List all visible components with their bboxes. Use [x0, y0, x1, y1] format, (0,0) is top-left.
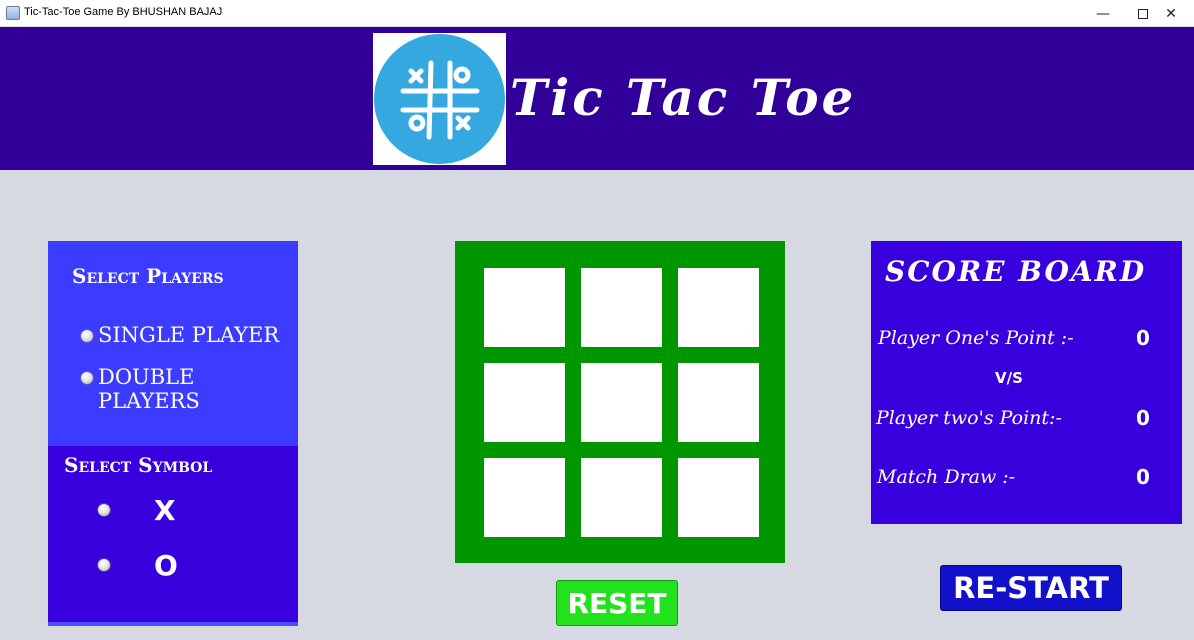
- board-cell-7[interactable]: [484, 458, 565, 537]
- match-draw-value: 0: [1136, 465, 1150, 489]
- board-cell-5[interactable]: [581, 363, 662, 442]
- board-cell-1[interactable]: [484, 268, 565, 347]
- select-players-panel: Select Players SINGLE PLAYER DOUBLE PLAY…: [48, 241, 298, 446]
- board-cell-2[interactable]: [581, 268, 662, 347]
- app-title: Tic Tac Toe: [510, 68, 857, 127]
- player-two-points-value: 0: [1136, 406, 1150, 430]
- symbol-x-radio[interactable]: [98, 504, 110, 516]
- match-draw-label: Match Draw :-: [877, 466, 1016, 488]
- score-board-panel: SCORE BOARD Player One's Point :- 0 V/S …: [871, 241, 1182, 524]
- close-button[interactable]: ✕: [1148, 0, 1194, 27]
- window-title: Tic-Tac-Toe Game By BHUSHAN BAJAJ: [24, 6, 223, 18]
- double-players-radio[interactable]: [81, 372, 93, 384]
- game-board: [455, 241, 785, 563]
- board-cell-9[interactable]: [678, 458, 759, 537]
- board-cell-4[interactable]: [484, 363, 565, 442]
- maximize-icon: [1138, 8, 1148, 19]
- player-one-points-value: 0: [1136, 326, 1150, 350]
- select-players-heading: Select Players: [72, 264, 224, 288]
- board-cell-3[interactable]: [678, 268, 759, 347]
- board-cell-6[interactable]: [678, 363, 759, 442]
- single-player-radio[interactable]: [81, 330, 93, 342]
- symbol-o-radio[interactable]: [98, 559, 110, 571]
- tic-tac-toe-logo-icon: [373, 33, 506, 165]
- select-symbol-heading: Select Symbol: [64, 453, 213, 477]
- symbol-o-label[interactable]: O: [154, 549, 178, 582]
- single-player-label[interactable]: SINGLE PLAYER: [98, 323, 279, 347]
- versus-label: V/S: [995, 369, 1023, 387]
- score-board-title: SCORE BOARD: [885, 255, 1147, 288]
- symbol-x-label[interactable]: X: [154, 494, 176, 527]
- window-titlebar: Tic-Tac-Toe Game By BHUSHAN BAJAJ — ✕: [0, 0, 1194, 27]
- board-cell-8[interactable]: [581, 458, 662, 537]
- double-players-label[interactable]: DOUBLE PLAYERS: [98, 365, 298, 413]
- player-one-points-label: Player One's Point :-: [878, 327, 1074, 349]
- restart-button[interactable]: RE-START: [940, 565, 1122, 611]
- reset-button[interactable]: RESET: [556, 580, 678, 626]
- select-symbol-panel: Select Symbol X O: [48, 446, 298, 626]
- player-two-points-label: Player two's Point:-: [876, 407, 1062, 429]
- logo-grid-icon: [400, 60, 480, 140]
- java-app-icon: [6, 6, 20, 20]
